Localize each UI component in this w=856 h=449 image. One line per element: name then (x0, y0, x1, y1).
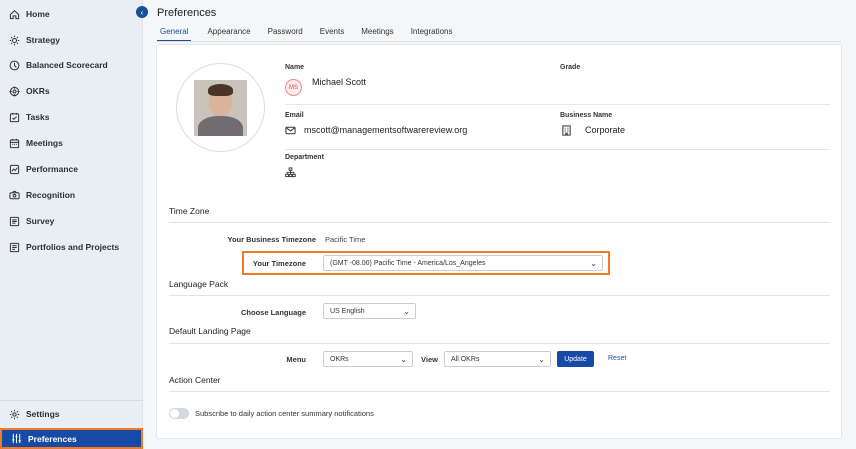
performance-icon (9, 164, 20, 175)
target-icon (9, 85, 20, 97)
tab-events[interactable]: Events (319, 27, 345, 42)
sidebar-item-label: Strategy (26, 35, 61, 45)
chevron-down-icon: ⌄ (538, 355, 545, 364)
gear-icon (9, 409, 20, 420)
sidebar: Home Strategy Balanced Scorecard OKRs Ta… (0, 0, 143, 449)
tab-bar: General Appearance Password Events Meeti… (157, 27, 469, 42)
chevron-down-icon: ⌄ (590, 259, 597, 268)
page-title: Preferences (157, 7, 217, 19)
tab-meetings[interactable]: Meetings (360, 27, 394, 42)
calendar-icon (9, 138, 20, 149)
sidebar-item-okrs[interactable]: OKRs (0, 81, 143, 101)
tasks-icon (9, 112, 20, 123)
view-select[interactable]: All OKRs ⌄ (444, 351, 551, 367)
portfolio-icon (9, 242, 20, 253)
business-name-label: Business Name (560, 112, 613, 119)
email-value: mscott@managementsoftwarereview.org (304, 125, 468, 135)
language-select-value: US English (330, 307, 365, 315)
toggle-knob (170, 409, 179, 418)
sidebar-item-label: OKRs (26, 86, 50, 96)
sidebar-item-portfolios-and-projects[interactable]: Portfolios and Projects (0, 237, 143, 257)
business-timezone-value: Pacific Time (325, 235, 366, 244)
avatar[interactable] (176, 63, 265, 152)
sidebar-item-settings[interactable]: Settings (0, 404, 143, 424)
org-chart-icon (285, 167, 296, 178)
sidebar-divider (0, 400, 143, 401)
profile-photo (194, 79, 247, 136)
landing-section-title: Default Landing Page (169, 326, 251, 336)
sidebar-item-tasks[interactable]: Tasks (0, 107, 143, 127)
business-name-value: Corporate (585, 125, 626, 135)
timezone-select[interactable]: (GMT -08.00) Pacific Time - America/Los_… (323, 255, 603, 271)
sidebar-item-preferences[interactable]: Preferences (0, 428, 143, 449)
your-timezone-label: Your Timezone (252, 259, 306, 268)
sidebar-item-label: Settings (26, 409, 60, 419)
home-icon (9, 9, 20, 20)
sidebar-item-label: Home (26, 9, 50, 19)
sidebar-item-label: Recognition (26, 190, 76, 200)
chevron-left-icon[interactable]: ‹ (136, 6, 148, 18)
sidebar-item-home[interactable]: Home (0, 4, 143, 24)
sidebar-item-balanced-scorecard[interactable]: Balanced Scorecard (0, 55, 143, 75)
section-divider (169, 343, 830, 344)
sidebar-item-label: Tasks (26, 112, 50, 122)
email-label: Email (285, 112, 304, 119)
action-center-toggle-label: Subscribe to daily action center summary… (195, 409, 374, 418)
strategy-icon (9, 35, 20, 46)
sidebar-item-strategy[interactable]: Strategy (0, 30, 143, 50)
view-select-value: All OKRs (451, 355, 480, 363)
timezone-select-value: (GMT -08.00) Pacific Time - America/Los_… (330, 259, 486, 267)
name-value: Michael Scott (312, 77, 367, 87)
scorecard-icon (9, 60, 20, 71)
section-divider (169, 391, 830, 392)
tabs-divider (157, 41, 841, 42)
business-timezone-label: Your Business Timezone (227, 235, 317, 244)
tab-integrations[interactable]: Integrations (410, 27, 454, 42)
sidebar-item-recognition[interactable]: Recognition (0, 185, 143, 205)
menu-select-value: OKRs (330, 355, 349, 363)
department-label: Department (285, 154, 324, 161)
sidebar-item-label: Portfolios and Projects (26, 242, 120, 252)
sidebar-item-performance[interactable]: Performance (0, 159, 143, 179)
reset-link[interactable]: Reset (608, 355, 626, 362)
sidebar-item-label: Preferences (28, 433, 77, 444)
action-center-section-title: Action Center (169, 375, 221, 385)
survey-icon (9, 216, 20, 227)
choose-language-label: Choose Language (240, 308, 306, 317)
timezone-section-title: Time Zone (169, 206, 210, 216)
view-label: View (421, 355, 438, 364)
sidebar-item-meetings[interactable]: Meetings (0, 133, 143, 153)
sidebar-item-label: Survey (26, 216, 55, 226)
grade-label: Grade (560, 64, 581, 71)
chevron-down-icon: ⌄ (400, 355, 407, 364)
profile-divider (285, 104, 830, 105)
tab-password[interactable]: Password (267, 27, 304, 42)
section-divider (169, 222, 830, 223)
building-icon (562, 125, 571, 136)
initials-badge: MS (285, 79, 302, 96)
menu-select[interactable]: OKRs ⌄ (323, 351, 413, 367)
chevron-down-icon: ⌄ (403, 307, 410, 316)
name-label: Name (285, 64, 305, 71)
update-button[interactable]: Update (557, 351, 594, 367)
sidebar-item-survey[interactable]: Survey (0, 211, 143, 231)
tab-general[interactable]: General (157, 27, 192, 42)
profile-divider (285, 149, 830, 150)
section-divider (169, 295, 830, 296)
sidebar-item-label: Performance (26, 164, 78, 174)
sliders-icon (11, 433, 22, 444)
language-select[interactable]: US English ⌄ (323, 303, 416, 319)
sidebar-item-label: Balanced Scorecard (26, 60, 108, 70)
email-icon (285, 126, 296, 135)
action-center-toggle[interactable] (169, 408, 189, 419)
recognition-icon (9, 190, 20, 201)
language-section-title: Language Pack (169, 279, 229, 289)
tab-appearance[interactable]: Appearance (206, 27, 251, 42)
menu-label: Menu (286, 355, 306, 364)
sidebar-item-label: Meetings (26, 138, 63, 148)
